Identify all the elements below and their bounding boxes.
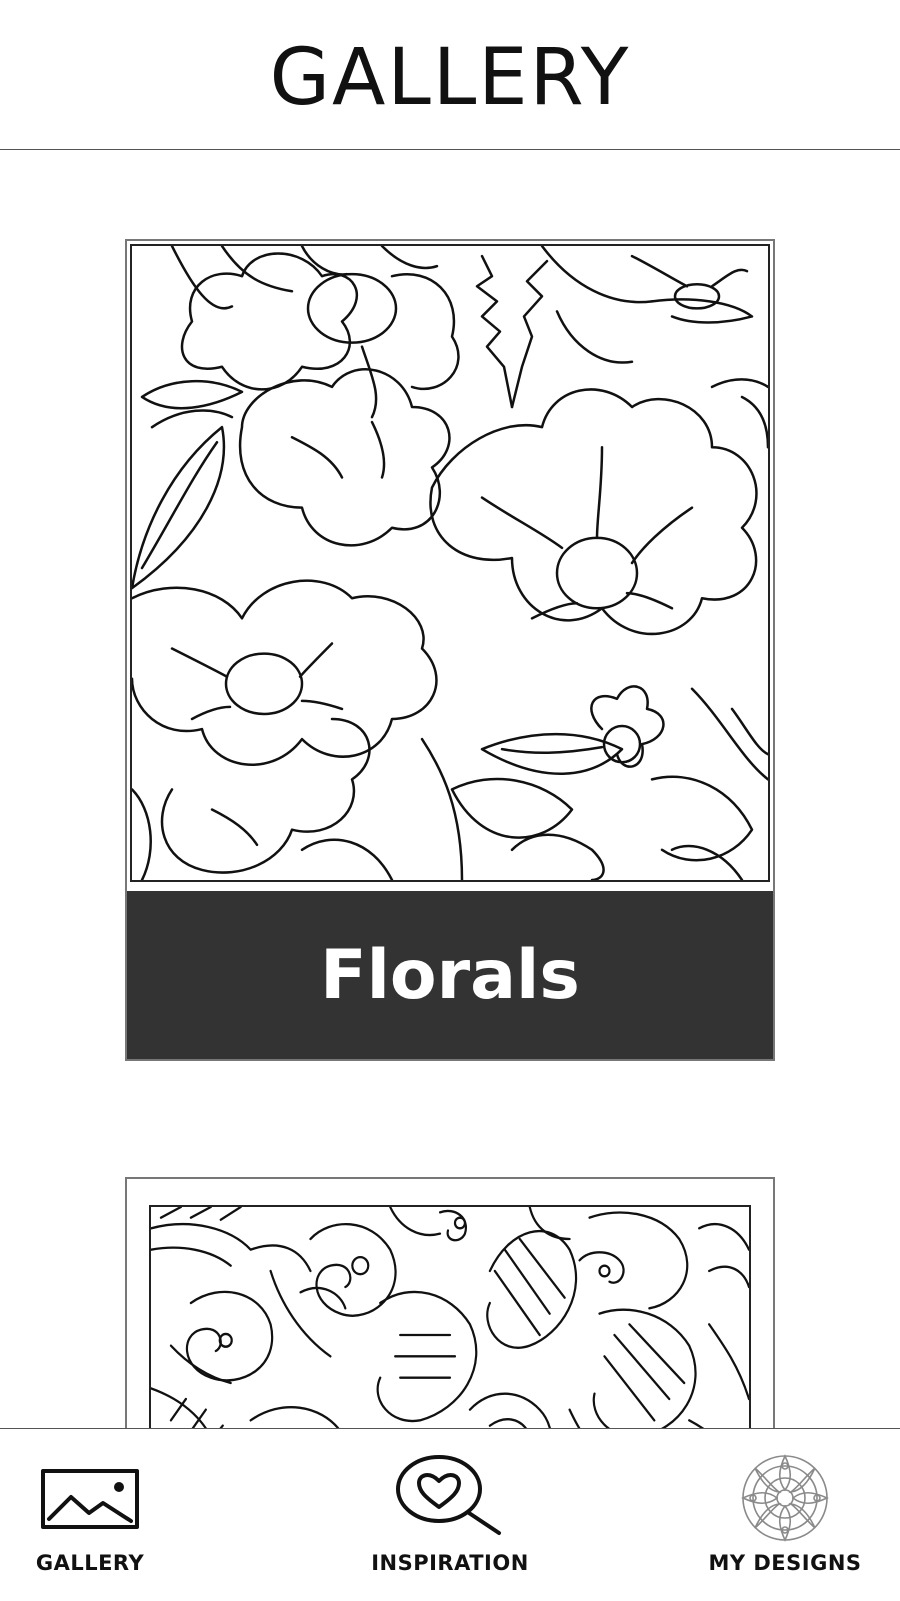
nav-gallery-label: GALLERY (35, 1551, 145, 1575)
page-title: GALLERY (269, 32, 631, 123)
heart-magnifier-icon (395, 1453, 505, 1541)
nav-gallery[interactable]: GALLERY (10, 1429, 170, 1601)
paisley-thumbnail (149, 1205, 751, 1428)
mandala-icon (736, 1453, 834, 1547)
florals-thumbnail (130, 244, 770, 882)
card-label-bar: Florals (127, 891, 773, 1059)
nav-inspiration-label: INSPIRATION (371, 1551, 529, 1575)
gallery-list[interactable]: Florals (0, 151, 900, 1428)
card-label-florals: Florals (320, 935, 580, 1015)
gallery-image-icon (41, 1469, 139, 1533)
bottom-navigation: GALLERY INSPIRATION MY DESIGNS (0, 1428, 900, 1600)
top-header: GALLERY (0, 0, 900, 150)
nav-inspiration[interactable]: INSPIRATION (360, 1429, 540, 1601)
gallery-card-florals[interactable]: Florals (125, 239, 775, 1061)
gallery-card-paisley[interactable] (125, 1177, 775, 1428)
nav-my-designs[interactable]: MY DESIGNS (700, 1429, 870, 1601)
nav-my-designs-label: MY DESIGNS (708, 1551, 862, 1575)
